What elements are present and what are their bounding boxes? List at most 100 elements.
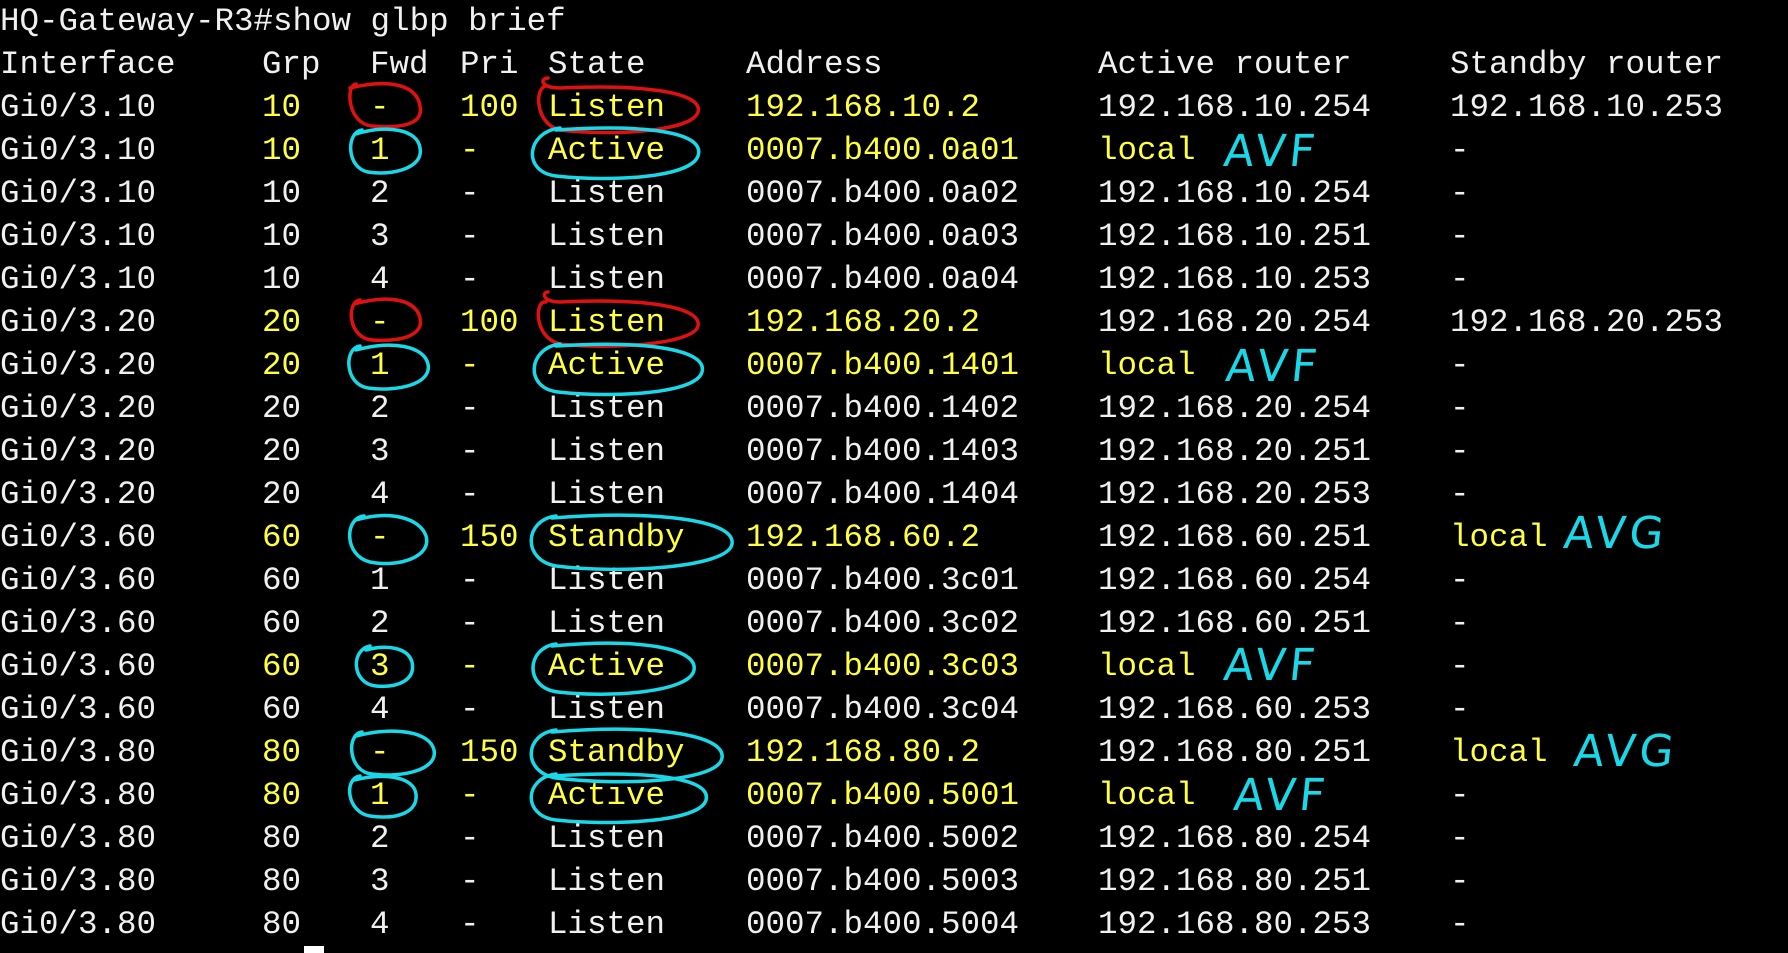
cell-fwd: 1: [370, 777, 390, 814]
header-state: State: [548, 46, 646, 83]
cell-state: Listen: [548, 218, 666, 255]
cell-interface: Gi0/3.80: [0, 863, 157, 900]
cell-address: 192.168.20.2: [746, 304, 981, 341]
cell-pri: -: [460, 390, 480, 427]
cell-state: Listen: [548, 433, 666, 470]
cell-standby-router: local: [1450, 734, 1548, 771]
cell-interface: Gi0/3.20: [0, 390, 157, 427]
cell-address: 0007.b400.5002: [746, 820, 1020, 857]
cell-interface: Gi0/3.10: [0, 175, 157, 212]
cell-state: Standby: [548, 734, 685, 771]
cell-active-router: local: [1098, 648, 1196, 685]
cell-fwd: -: [370, 734, 390, 771]
cell-pri: -: [460, 218, 480, 255]
terminal-window[interactable]: HQ-Gateway-R3#show glbp brief Interface …: [0, 0, 1788, 953]
header-pri: Pri: [460, 46, 519, 83]
cell-grp: 80: [262, 820, 302, 857]
cell-pri: 100: [460, 89, 519, 126]
cell-active-router: 192.168.20.254: [1098, 304, 1372, 341]
cell-interface: Gi0/3.10: [0, 261, 157, 298]
cell-fwd: -: [370, 519, 390, 556]
cell-pri: -: [460, 175, 480, 212]
cell-standby-router: -: [1450, 605, 1470, 642]
cell-standby-router: -: [1450, 476, 1470, 513]
avf-annotation-2: AVF: [1223, 341, 1324, 392]
cell-pri: -: [460, 562, 480, 599]
header-interface: Interface: [0, 46, 176, 83]
cell-address: 0007.b400.1404: [746, 476, 1020, 513]
cell-interface: Gi0/3.60: [0, 691, 157, 728]
cell-standby-router: 192.168.20.253: [1450, 304, 1724, 341]
cell-pri: 100: [460, 304, 519, 341]
cell-state: Listen: [548, 261, 666, 298]
cell-active-router: local: [1098, 347, 1196, 384]
header-address: Address: [746, 46, 883, 83]
cell-active-router: 192.168.10.251: [1098, 218, 1372, 255]
cell-address: 0007.b400.5001: [746, 777, 1020, 814]
cell-interface: Gi0/3.10: [0, 132, 157, 169]
cell-interface: Gi0/3.10: [0, 89, 157, 126]
cell-fwd: 4: [370, 906, 390, 943]
cell-pri: -: [460, 820, 480, 857]
cell-active-router: 192.168.20.251: [1098, 433, 1372, 470]
cell-fwd: 2: [370, 175, 390, 212]
cell-grp: 20: [262, 433, 302, 470]
table-header: Interface Grp Fwd Pri State Address Acti…: [0, 43, 1723, 86]
header-standby-router: Standby router: [1450, 46, 1724, 83]
cell-interface: Gi0/3.80: [0, 906, 157, 943]
cell-fwd: 1: [370, 562, 390, 599]
cell-fwd: 3: [370, 648, 390, 685]
cell-grp: 60: [262, 648, 302, 685]
cell-address: 0007.b400.5004: [746, 906, 1020, 943]
cell-grp: 60: [262, 519, 302, 556]
cell-state: Listen: [548, 562, 666, 599]
cell-grp: 60: [262, 562, 302, 599]
cell-active-router: 192.168.10.254: [1098, 89, 1372, 126]
cell-standby-router: -: [1450, 906, 1470, 943]
cell-state: Listen: [548, 390, 666, 427]
cell-pri: 150: [460, 519, 519, 556]
cell-grp: 60: [262, 691, 302, 728]
avg-annotation-2: AVG: [1571, 726, 1681, 777]
cell-state: Listen: [548, 175, 666, 212]
cell-pri: -: [460, 777, 480, 814]
cell-active-router: 192.168.10.254: [1098, 175, 1372, 212]
header-active-router: Active router: [1098, 46, 1352, 83]
cell-grp: 10: [262, 261, 302, 298]
cell-interface: Gi0/3.60: [0, 605, 157, 642]
cell-fwd: 4: [370, 691, 390, 728]
cell-grp: 20: [262, 476, 302, 513]
cell-grp: 80: [262, 777, 302, 814]
cell-address: 0007.b400.3c04: [746, 691, 1020, 728]
cell-fwd: 2: [370, 605, 390, 642]
cell-active-router: local: [1098, 777, 1196, 814]
header-grp: Grp: [262, 46, 321, 83]
cell-active-router: local: [1098, 132, 1196, 169]
cell-fwd: 3: [370, 863, 390, 900]
cell-standby-router: local: [1450, 519, 1548, 556]
cell-standby-router: 192.168.10.253: [1450, 89, 1724, 126]
cell-state: Listen: [548, 863, 666, 900]
cell-active-router: 192.168.60.254: [1098, 562, 1372, 599]
cell-pri: -: [460, 648, 480, 685]
cell-state: Listen: [548, 820, 666, 857]
cell-interface: Gi0/3.20: [0, 304, 157, 341]
cell-active-router: 192.168.80.253: [1098, 906, 1372, 943]
cell-address: 0007.b400.1403: [746, 433, 1020, 470]
cell-grp: 60: [262, 605, 302, 642]
cell-standby-router: -: [1450, 132, 1470, 169]
cell-active-router: 192.168.10.253: [1098, 261, 1372, 298]
cell-state: Listen: [548, 906, 666, 943]
cell-state: Standby: [548, 519, 685, 556]
cell-interface: Gi0/3.80: [0, 777, 157, 814]
cell-interface: Gi0/3.80: [0, 820, 157, 857]
avf-annotation-4: AVF: [1231, 770, 1332, 821]
cell-grp: 20: [262, 347, 302, 384]
cell-pri: -: [460, 906, 480, 943]
cell-standby-router: -: [1450, 390, 1470, 427]
cell-standby-router: -: [1450, 648, 1470, 685]
cell-interface: Gi0/3.20: [0, 433, 157, 470]
cell-pri: -: [460, 347, 480, 384]
cell-state: Listen: [548, 691, 666, 728]
cell-interface: Gi0/3.60: [0, 648, 157, 685]
